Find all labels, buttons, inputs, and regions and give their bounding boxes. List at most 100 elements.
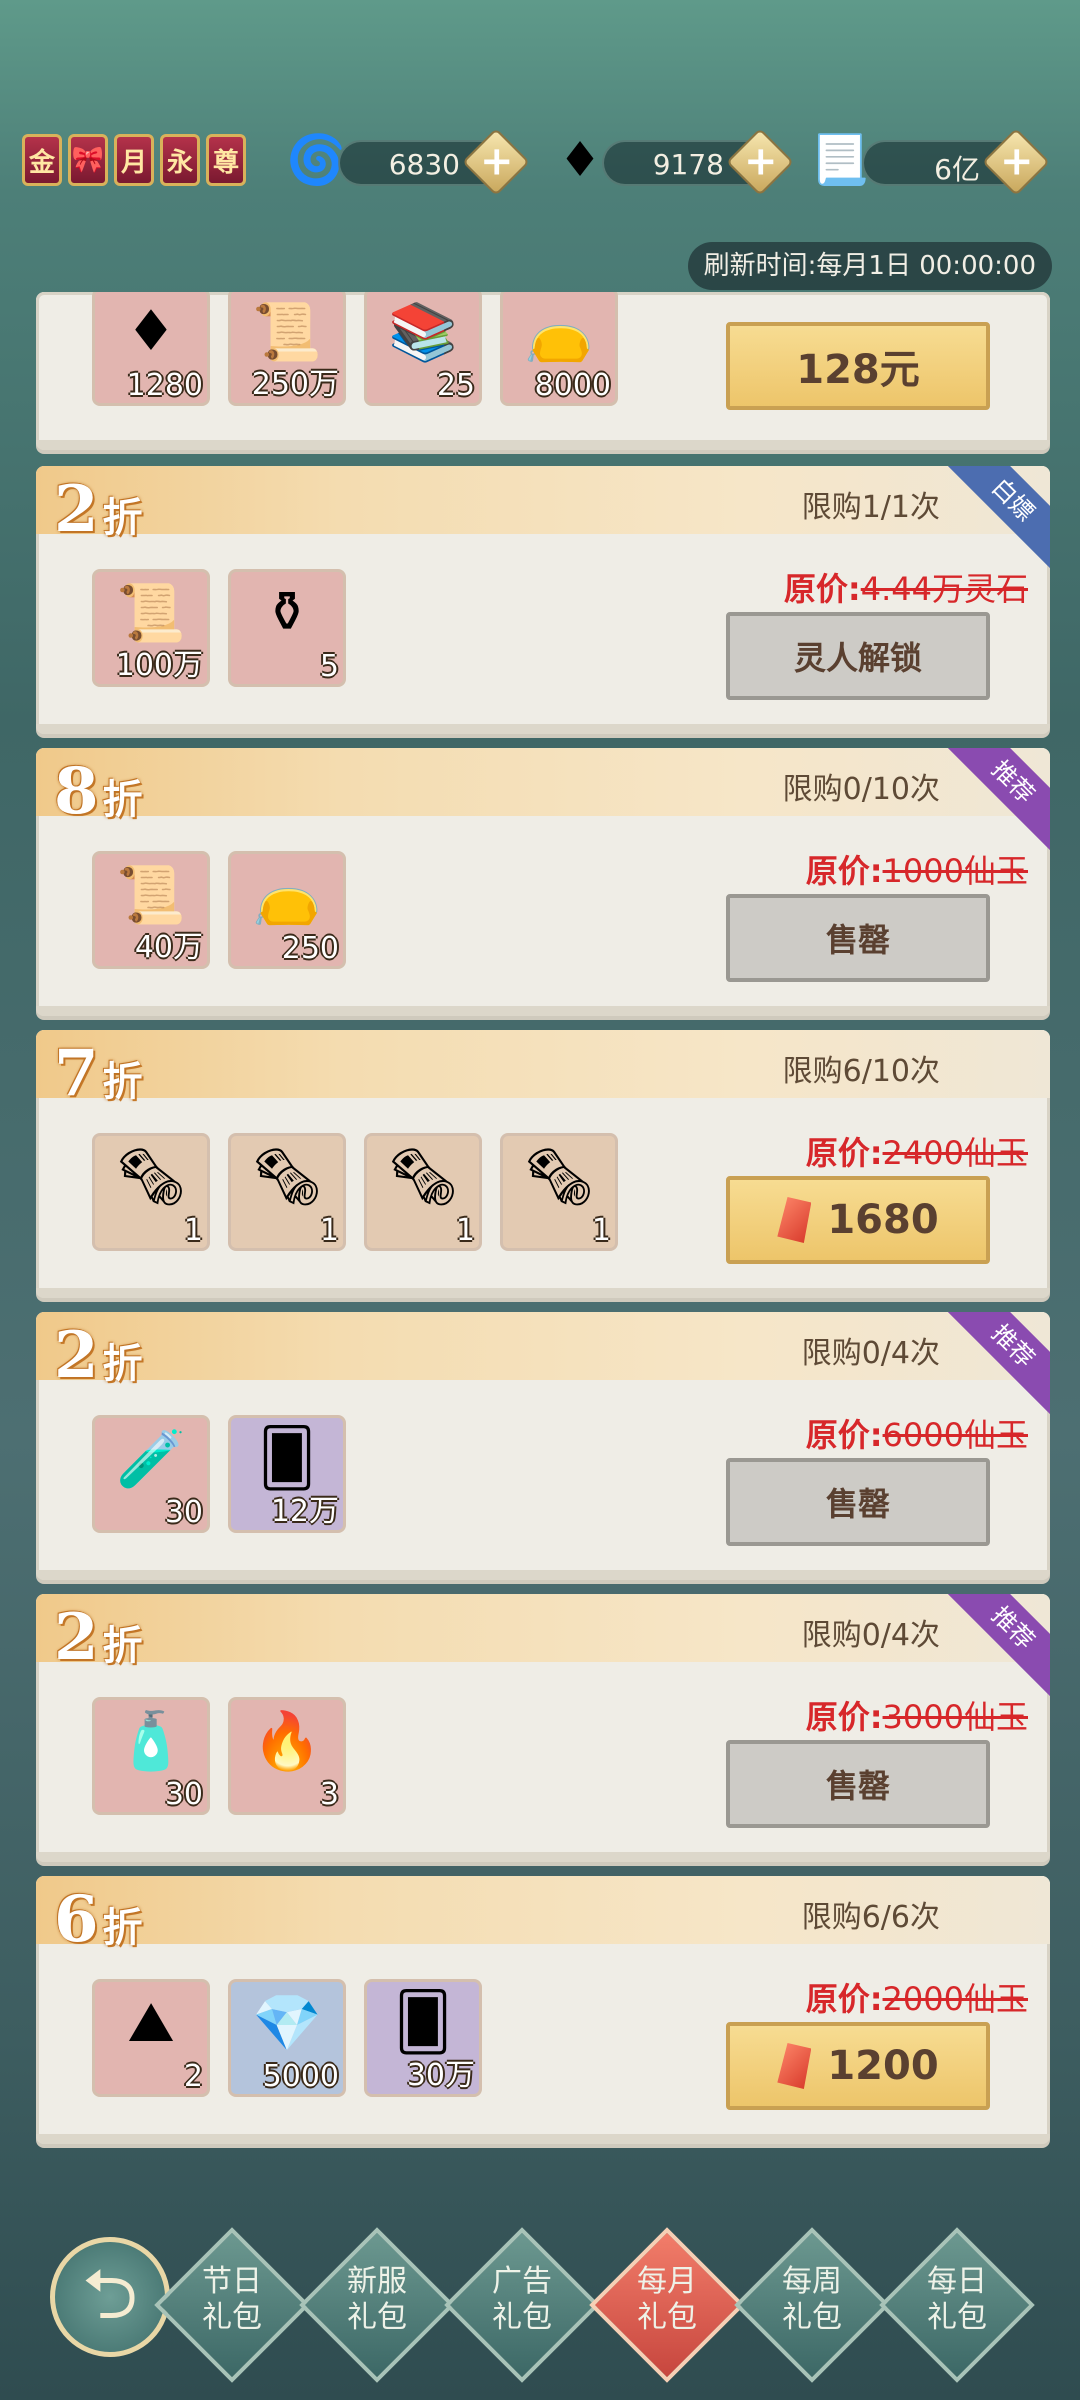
buy-button[interactable]: 128元 bbox=[726, 322, 990, 410]
original-price-value: 2000仙玉 bbox=[882, 1980, 1028, 2018]
button-label: 售罄 bbox=[825, 921, 890, 959]
red-jade-icon bbox=[777, 2043, 812, 2089]
add-resource-button[interactable]: + bbox=[462, 128, 530, 196]
reward-item[interactable]: 🧪 30 bbox=[92, 1415, 210, 1533]
reward-item[interactable]: 📜 40万 bbox=[92, 851, 210, 969]
reward-item[interactable]: ⚱ 5 bbox=[228, 569, 346, 687]
plus-icon: + bbox=[479, 138, 514, 185]
vip-badge[interactable]: 月 bbox=[114, 134, 154, 186]
book-stack-icon: 📚 bbox=[388, 300, 458, 365]
original-price: 原价:4.44万灵石 bbox=[784, 564, 1028, 610]
discount-unit: 折 bbox=[102, 776, 143, 823]
discount-unit: 折 bbox=[102, 1904, 143, 1951]
discount-label: 2折 bbox=[54, 1600, 143, 1675]
vip-badge[interactable]: 金 bbox=[22, 134, 62, 186]
rolled-scroll-icon: 🗞 bbox=[523, 1145, 595, 1210]
reward-item[interactable]: 🧴 30 bbox=[92, 1697, 210, 1815]
reward-item[interactable]: 👝 250 bbox=[228, 851, 346, 969]
tab-label-line2: 礼包 bbox=[637, 2300, 697, 2335]
potion-icon: ⚱ bbox=[263, 580, 311, 645]
tab-label-line2: 礼包 bbox=[782, 2300, 842, 2335]
reward-item[interactable]: 📚 25 bbox=[364, 292, 482, 406]
discount-unit: 折 bbox=[102, 1340, 143, 1387]
action-button[interactable]: 售罄 bbox=[726, 1740, 990, 1828]
reward-item[interactable]: 🗞 1 bbox=[500, 1133, 618, 1251]
add-resource-button[interactable]: + bbox=[726, 128, 794, 196]
purchase-limit: 限购1/1次 bbox=[801, 490, 940, 525]
orange-flask-icon: 🧴 bbox=[116, 1709, 186, 1774]
refresh-time-label: 刷新时间:每月1日 00:00:00 bbox=[687, 242, 1052, 290]
tab-label: 每周 礼包 bbox=[757, 2264, 867, 2336]
sand-pile-icon: ⛰ bbox=[127, 1990, 175, 2055]
original-price-value: 4.44万灵石 bbox=[860, 570, 1028, 608]
item-count: 3 bbox=[319, 1777, 339, 1812]
action-button[interactable]: 售罄 bbox=[726, 1458, 990, 1546]
pouch-icon: 👝 bbox=[252, 863, 322, 928]
tab-label-line2: 礼包 bbox=[492, 2300, 552, 2335]
vip-badge[interactable]: 🎀 bbox=[68, 134, 108, 186]
reward-item[interactable]: ♦ 1280 bbox=[92, 292, 210, 406]
reward-item[interactable]: 🗞 1 bbox=[228, 1133, 346, 1251]
item-count: 250万 bbox=[251, 367, 339, 402]
original-price-value: 1000仙玉 bbox=[882, 852, 1028, 890]
button-label: 灵人解锁 bbox=[793, 639, 922, 677]
item-count: 2 bbox=[183, 2059, 203, 2094]
original-price: 原价:1000仙玉 bbox=[806, 846, 1028, 892]
item-count: 1 bbox=[183, 1213, 203, 1248]
reward-item[interactable]: 📜 250万 bbox=[228, 292, 346, 406]
add-resource-button[interactable]: + bbox=[982, 128, 1050, 196]
reward-item[interactable]: 🗞 1 bbox=[92, 1133, 210, 1251]
tab-label: 每月 礼包 bbox=[612, 2264, 722, 2336]
resource-value: 9178 bbox=[652, 148, 724, 181]
tab-label-line1: 每月 bbox=[637, 2264, 697, 2299]
reward-item[interactable]: 🂠 30万 bbox=[364, 1979, 482, 2097]
buy-button[interactable]: 1680 bbox=[726, 1176, 990, 1264]
reward-item[interactable]: 📜 100万 bbox=[92, 569, 210, 687]
reward-item[interactable]: 👝 8000 bbox=[500, 292, 618, 406]
item-count: 1280 bbox=[126, 368, 203, 403]
item-count: 1 bbox=[591, 1213, 611, 1248]
rolled-scroll-icon: 🗞 bbox=[251, 1145, 323, 1210]
item-count: 5 bbox=[319, 649, 339, 684]
original-price-label: 原价: bbox=[805, 852, 883, 890]
back-button[interactable]: ⮌ bbox=[50, 2237, 170, 2357]
reward-item[interactable]: ⛰ 2 bbox=[92, 1979, 210, 2097]
purchase-limit: 限购6/6次 bbox=[801, 1900, 940, 1935]
pack-card: 6 折限购6/6次 ⛰ 2 💎 5000 🂠 30万 原价:2000仙玉 1200 bbox=[36, 1876, 1050, 2144]
discount-unit: 折 bbox=[102, 1058, 143, 1105]
discount-label: 8折 bbox=[54, 754, 143, 829]
reward-item[interactable]: 💎 5000 bbox=[228, 1979, 346, 2097]
original-price-label: 原价: bbox=[805, 1134, 883, 1172]
purchase-limit: 限购6/10次 bbox=[782, 1054, 940, 1089]
paper-talisman-icon: 📃 bbox=[810, 132, 870, 188]
scroll-icon: 📜 bbox=[116, 863, 186, 928]
vip-badge[interactable]: 永 bbox=[160, 134, 200, 186]
item-count: 250 bbox=[281, 931, 339, 966]
discount-label: 2折 bbox=[54, 1318, 143, 1393]
resource-counter: 6830 + bbox=[338, 128, 530, 196]
resource-counter: 6亿 + bbox=[862, 128, 1050, 196]
tab-label-line1: 广告 bbox=[492, 2264, 552, 2299]
reward-item[interactable]: 🔥 3 bbox=[228, 1697, 346, 1815]
action-button[interactable]: 灵人解锁 bbox=[726, 612, 990, 700]
pack-card: 7 折限购6/10次 🗞 1 🗞 1 🗞 1 🗞 1 原价:2400仙玉 1680 bbox=[36, 1030, 1050, 1298]
tab-label-line2: 礼包 bbox=[202, 2300, 262, 2335]
resource-counter: 9178 + bbox=[602, 128, 794, 196]
original-price-value: 6000仙玉 bbox=[882, 1416, 1028, 1454]
original-price-label: 原价: bbox=[805, 1980, 883, 2018]
scroll-icon: 📜 bbox=[252, 300, 322, 365]
action-button[interactable]: 售罄 bbox=[726, 894, 990, 982]
vip-badge[interactable]: 尊 bbox=[206, 134, 246, 186]
tab-label: 节日 礼包 bbox=[177, 2264, 287, 2336]
red-jade-icon: ♦ bbox=[558, 132, 602, 188]
reward-item[interactable]: 🂠 12万 bbox=[228, 1415, 346, 1533]
discount-label: 7折 bbox=[54, 1036, 143, 1111]
item-count: 40万 bbox=[134, 930, 203, 965]
discount-unit: 折 bbox=[102, 1622, 143, 1669]
resource-value: 6亿 bbox=[934, 153, 980, 186]
buy-button[interactable]: 1200 bbox=[726, 2022, 990, 2110]
original-price-label: 原价: bbox=[783, 570, 861, 608]
item-count: 12万 bbox=[270, 1494, 339, 1529]
resource-value: 6830 bbox=[388, 148, 460, 181]
reward-item[interactable]: 🗞 1 bbox=[364, 1133, 482, 1251]
